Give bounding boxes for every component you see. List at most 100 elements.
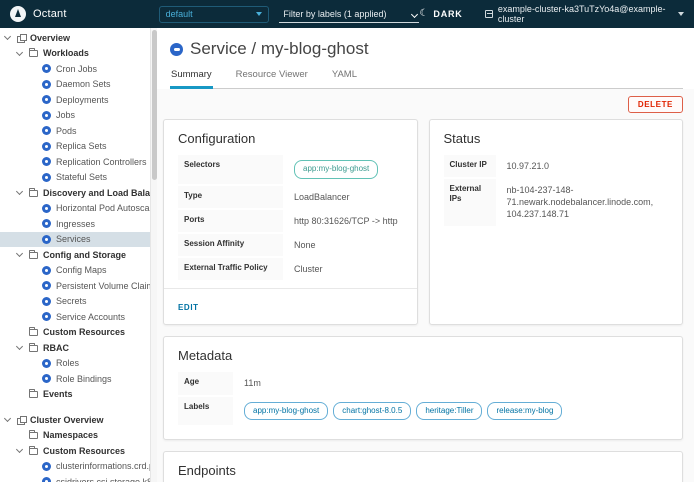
tab-bar: Summary Resource Viewer YAML bbox=[170, 69, 683, 89]
sidebar-item-replica-sets[interactable]: Replica Sets bbox=[0, 139, 150, 155]
metadata-card: Metadata Age 11m Labels app:my-blog-ghos… bbox=[163, 336, 683, 440]
sidebar-item-daemon-sets[interactable]: Daemon Sets bbox=[0, 77, 150, 93]
folder-icon bbox=[29, 190, 38, 197]
sidebar-item-config-maps[interactable]: Config Maps bbox=[0, 263, 150, 279]
config-row: External Traffic PolicyCluster bbox=[178, 258, 403, 280]
chevron-down-icon[interactable] bbox=[16, 250, 23, 257]
label-tag[interactable]: heritage:Tiller bbox=[416, 402, 482, 421]
sidebar-item-workloads[interactable]: Workloads bbox=[0, 46, 150, 62]
tab-resource-viewer[interactable]: Resource Viewer bbox=[235, 69, 309, 88]
resource-icon bbox=[42, 235, 51, 244]
sidebar-item-config-and-storage[interactable]: Config and Storage bbox=[0, 247, 150, 263]
label-tag[interactable]: release:my-blog bbox=[487, 402, 562, 421]
sidebar-item-label: Pods bbox=[56, 126, 77, 136]
age-value: 11m bbox=[233, 372, 668, 394]
app-title: Octant bbox=[33, 8, 67, 20]
status-row: Cluster IP10.97.21.0 bbox=[444, 155, 669, 177]
resource-icon bbox=[42, 477, 51, 482]
config-row: Portshttp 80:31626/TCP -> http bbox=[178, 210, 403, 232]
sidebar-item-namespaces[interactable]: Namespaces bbox=[0, 428, 150, 444]
chevron-down-icon[interactable] bbox=[16, 343, 23, 350]
endpoints-card: Endpoints Target IP Node Name my-blog-gh… bbox=[163, 451, 683, 482]
sidebar-item-label: clusterinformations.crd.projec bbox=[56, 461, 150, 471]
resource-icon bbox=[42, 111, 51, 120]
sidebar-item-persistent-volume-claims[interactable]: Persistent Volume Claims bbox=[0, 278, 150, 294]
sidebar-item-label: Discovery and Load Balancing bbox=[43, 188, 150, 198]
config-row-label: Session Affinity bbox=[178, 234, 283, 256]
sidebar-item-stateful-sets[interactable]: Stateful Sets bbox=[0, 170, 150, 186]
sidebar-item-label: Persistent Volume Claims bbox=[56, 281, 150, 291]
sidebar-item-label: Workloads bbox=[43, 48, 89, 58]
cluster-label: example-cluster-ka3TuTzYo4a@example-clus… bbox=[498, 4, 673, 24]
sidebar-item-overview[interactable]: Overview bbox=[0, 30, 150, 46]
config-row-label: External Traffic Policy bbox=[178, 258, 283, 280]
tab-yaml[interactable]: YAML bbox=[331, 69, 358, 88]
sidebar-item-label: Horizontal Pod Autoscalers bbox=[56, 203, 150, 213]
sidebar-item-custom-resources[interactable]: Custom Resources bbox=[0, 325, 150, 341]
edit-button[interactable]: EDIT bbox=[178, 303, 199, 312]
chevron-down-icon bbox=[678, 12, 684, 16]
delete-button[interactable]: DELETE bbox=[628, 96, 683, 113]
cluster-icon bbox=[485, 10, 493, 18]
resource-icon bbox=[42, 142, 51, 151]
sidebar-item-replication-controllers[interactable]: Replication Controllers bbox=[0, 154, 150, 170]
resource-icon bbox=[42, 297, 51, 306]
sidebar-item-roles[interactable]: Roles bbox=[0, 356, 150, 372]
sidebar-item-pods[interactable]: Pods bbox=[0, 123, 150, 139]
folder-icon bbox=[29, 391, 38, 398]
metadata-title: Metadata bbox=[164, 337, 682, 372]
sidebar-item-deployments[interactable]: Deployments bbox=[0, 92, 150, 108]
status-row: External IPsnb-104-237-148-71.newark.nod… bbox=[444, 179, 669, 225]
sidebar-item-discovery-and-load-balancing[interactable]: Discovery and Load Balancing bbox=[0, 185, 150, 201]
chevron-down-icon[interactable] bbox=[4, 415, 11, 422]
resource-icon bbox=[42, 281, 51, 290]
sidebar-item-label: Services bbox=[56, 234, 91, 244]
config-row-value: None bbox=[283, 234, 403, 256]
config-row: TypeLoadBalancer bbox=[178, 186, 403, 208]
sidebar-item-label: Role Bindings bbox=[56, 374, 112, 384]
folder-icon bbox=[29, 329, 38, 336]
label-filter-input[interactable]: Filter by labels (1 applied) bbox=[279, 6, 419, 23]
page-title: Service / my-blog-ghost bbox=[190, 39, 369, 59]
config-row-label: Ports bbox=[178, 210, 283, 232]
resource-icon bbox=[42, 204, 51, 213]
sidebar-item-rbac[interactable]: RBAC bbox=[0, 340, 150, 356]
sidebar-scrollbar[interactable] bbox=[150, 28, 157, 482]
status-title: Status bbox=[430, 120, 683, 155]
namespace-select[interactable]: default bbox=[159, 6, 270, 23]
sidebar-item-role-bindings[interactable]: Role Bindings bbox=[0, 371, 150, 387]
sidebar-item-events[interactable]: Events bbox=[0, 387, 150, 403]
sidebar-item-cluster-overview[interactable]: Cluster Overview bbox=[0, 412, 150, 428]
chevron-down-icon[interactable] bbox=[16, 188, 23, 195]
config-row: Session AffinityNone bbox=[178, 234, 403, 256]
chevron-down-icon[interactable] bbox=[16, 446, 23, 453]
endpoints-title: Endpoints bbox=[164, 452, 682, 482]
sidebar-item-label: Cluster Overview bbox=[30, 415, 104, 425]
label-tag[interactable]: chart:ghost-8.0.5 bbox=[333, 402, 411, 421]
resource-icon bbox=[42, 80, 51, 89]
sidebar-item-clusterinformations-crd-projec[interactable]: clusterinformations.crd.projec bbox=[0, 459, 150, 475]
sidebar-item-ingresses[interactable]: Ingresses bbox=[0, 216, 150, 232]
cluster-menu[interactable]: example-cluster-ka3TuTzYo4a@example-clus… bbox=[485, 4, 684, 24]
label-tag[interactable]: app:my-blog-ghost bbox=[244, 402, 328, 421]
sidebar-item-csidrivers-csi-storage-k8s-io[interactable]: csidrivers.csi.storage.k8s.io bbox=[0, 474, 150, 482]
resource-icon bbox=[42, 312, 51, 321]
sidebar-item-label: Jobs bbox=[56, 110, 75, 120]
chevron-down-icon[interactable] bbox=[16, 49, 23, 56]
sidebar-item-jobs[interactable]: Jobs bbox=[0, 108, 150, 124]
tab-summary[interactable]: Summary bbox=[170, 69, 213, 89]
sidebar-item-custom-resources[interactable]: Custom Resources bbox=[0, 443, 150, 459]
sidebar-item-horizontal-pod-autoscalers[interactable]: Horizontal Pod Autoscalers bbox=[0, 201, 150, 217]
theme-toggle[interactable]: ☾ DARK bbox=[419, 9, 462, 19]
sidebar-item-secrets[interactable]: Secrets bbox=[0, 294, 150, 310]
sidebar-item-services[interactable]: Services bbox=[0, 232, 150, 248]
sidebar-item-cron-jobs[interactable]: Cron Jobs bbox=[0, 61, 150, 77]
chevron-down-icon[interactable] bbox=[4, 33, 11, 40]
chevron-placeholder bbox=[16, 328, 23, 335]
overview-icon bbox=[17, 34, 25, 42]
sidebar-item-service-accounts[interactable]: Service Accounts bbox=[0, 309, 150, 325]
selector-tag[interactable]: app:my-blog-ghost bbox=[294, 160, 378, 179]
sidebar-item-label: Roles bbox=[56, 358, 79, 368]
resource-icon bbox=[42, 359, 51, 368]
sidebar-item-label: Deployments bbox=[56, 95, 109, 105]
